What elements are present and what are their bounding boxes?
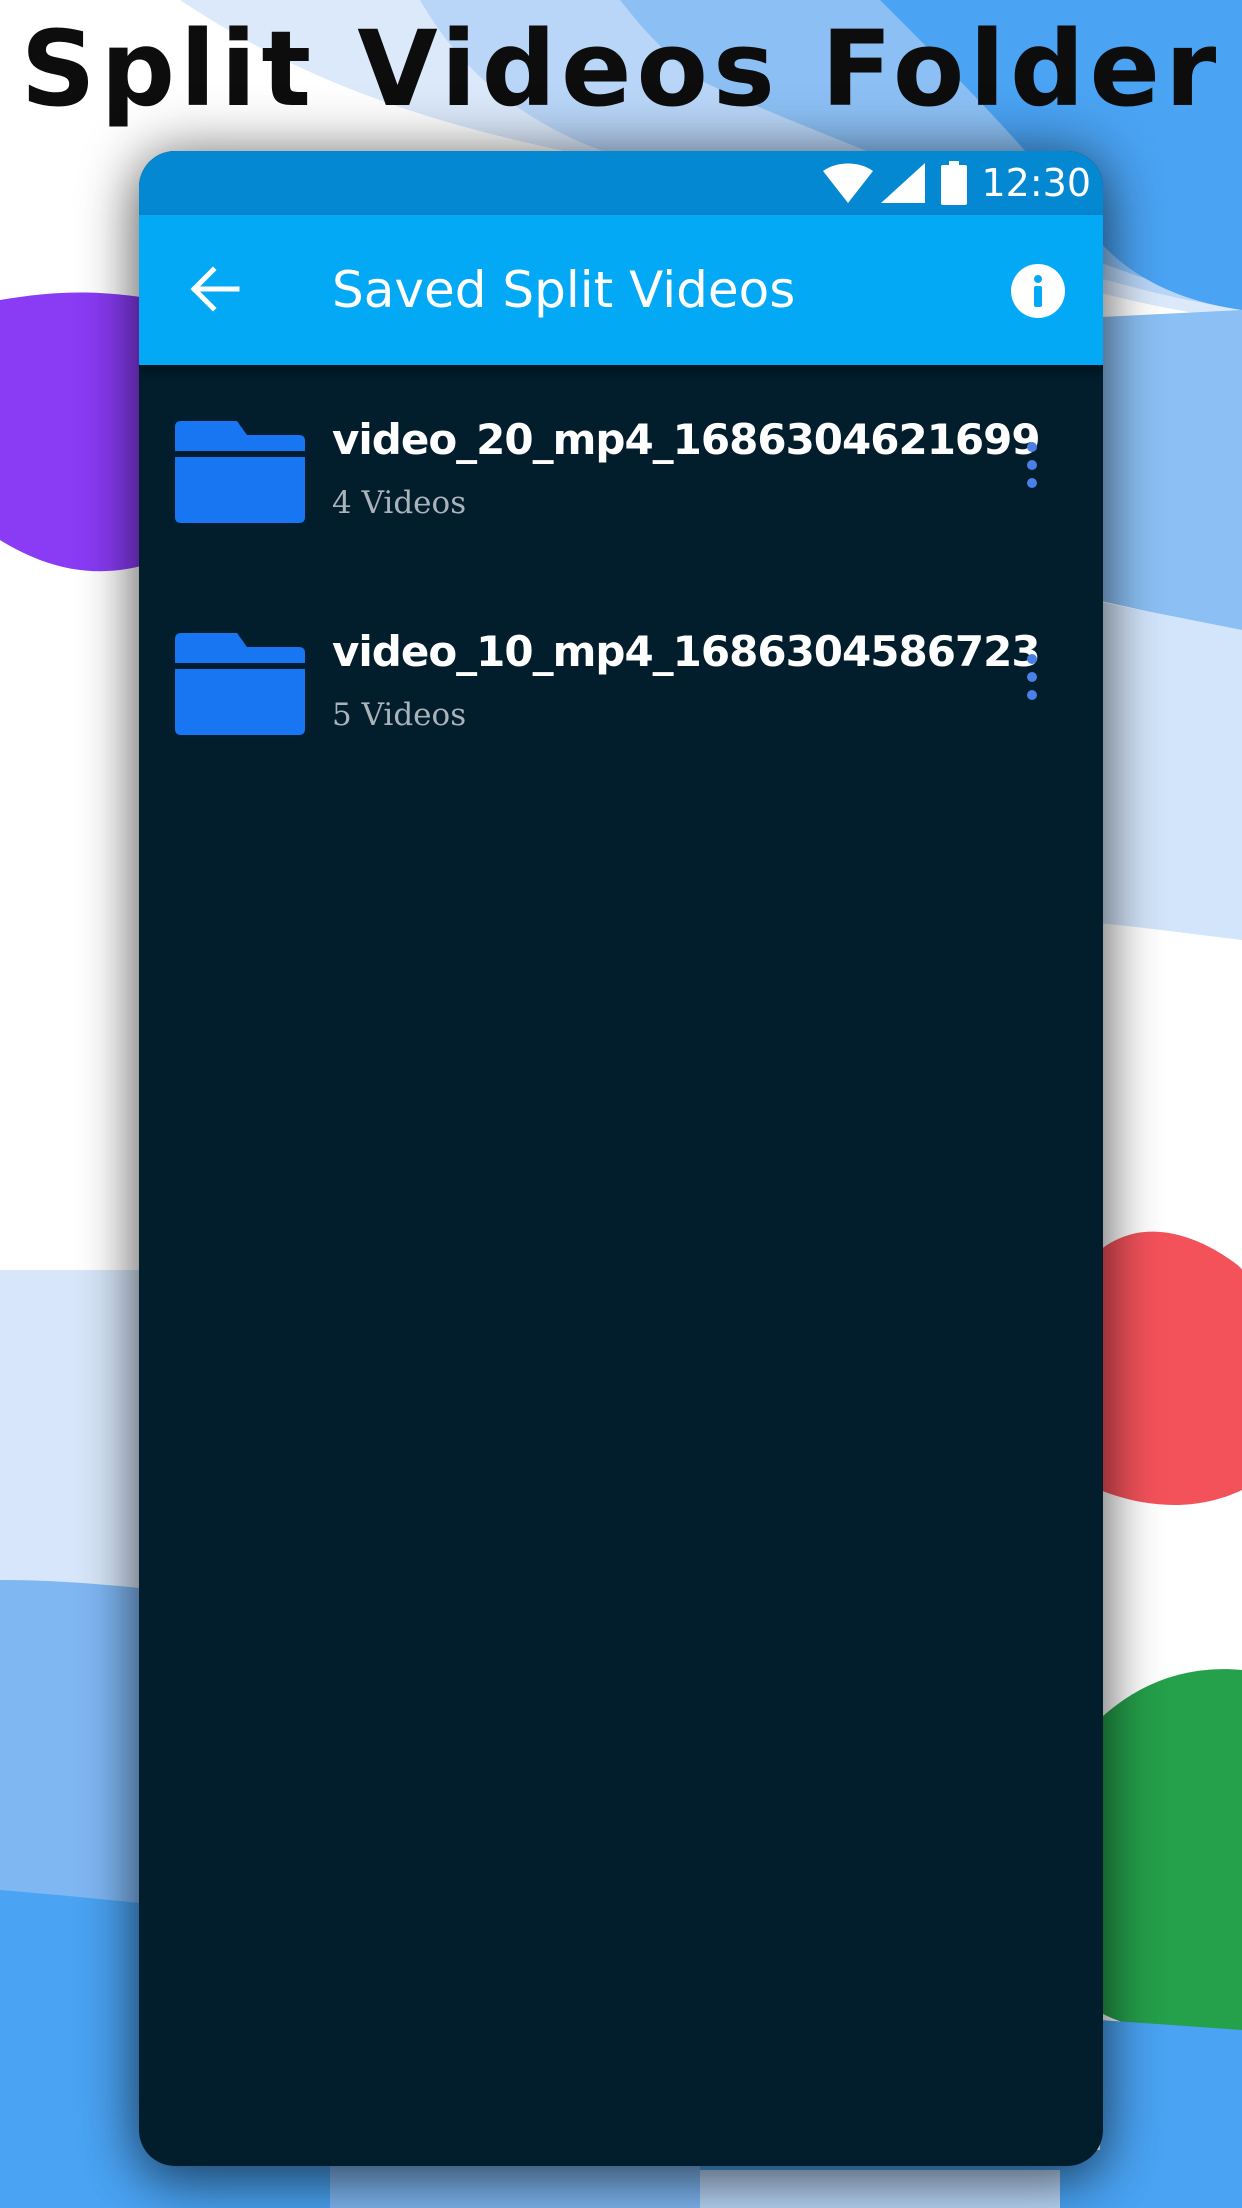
folder-icon <box>175 633 305 735</box>
more-vertical-icon <box>1027 654 1037 700</box>
info-button[interactable] <box>1011 264 1065 318</box>
folder-icon <box>175 421 305 523</box>
info-icon <box>1011 264 1065 318</box>
signal-icon <box>881 163 926 203</box>
folder-item[interactable]: video_20_mp4_1686304621699 4 Videos <box>139 365 1103 577</box>
folder-item[interactable]: video_10_mp4_1686304586723 5 Videos <box>139 577 1103 789</box>
folder-name: video_10_mp4_1686304586723 <box>332 627 1041 676</box>
status-bar: 12:30 <box>139 151 1103 215</box>
wifi-icon <box>823 163 874 203</box>
promo-title: Split Videos Folder <box>20 8 1222 130</box>
back-button[interactable] <box>187 261 243 317</box>
more-options-button[interactable] <box>1012 647 1052 717</box>
arrow-left-icon <box>190 266 240 312</box>
battery-icon <box>941 161 968 205</box>
page-title: Saved Split Videos <box>332 261 796 319</box>
folder-name: video_20_mp4_1686304621699 <box>332 415 1041 464</box>
status-icons: 12:30 <box>823 151 1091 215</box>
folder-video-count: 5 Videos <box>332 697 467 733</box>
more-vertical-icon <box>1027 442 1037 488</box>
folder-video-count: 4 Videos <box>332 485 467 521</box>
phone-screen: 12:30 Saved Split Videos video_20_mp4_16… <box>139 151 1103 2166</box>
status-time: 12:30 <box>981 161 1091 205</box>
toolbar: Saved Split Videos <box>139 215 1103 365</box>
more-options-button[interactable] <box>1012 435 1052 505</box>
